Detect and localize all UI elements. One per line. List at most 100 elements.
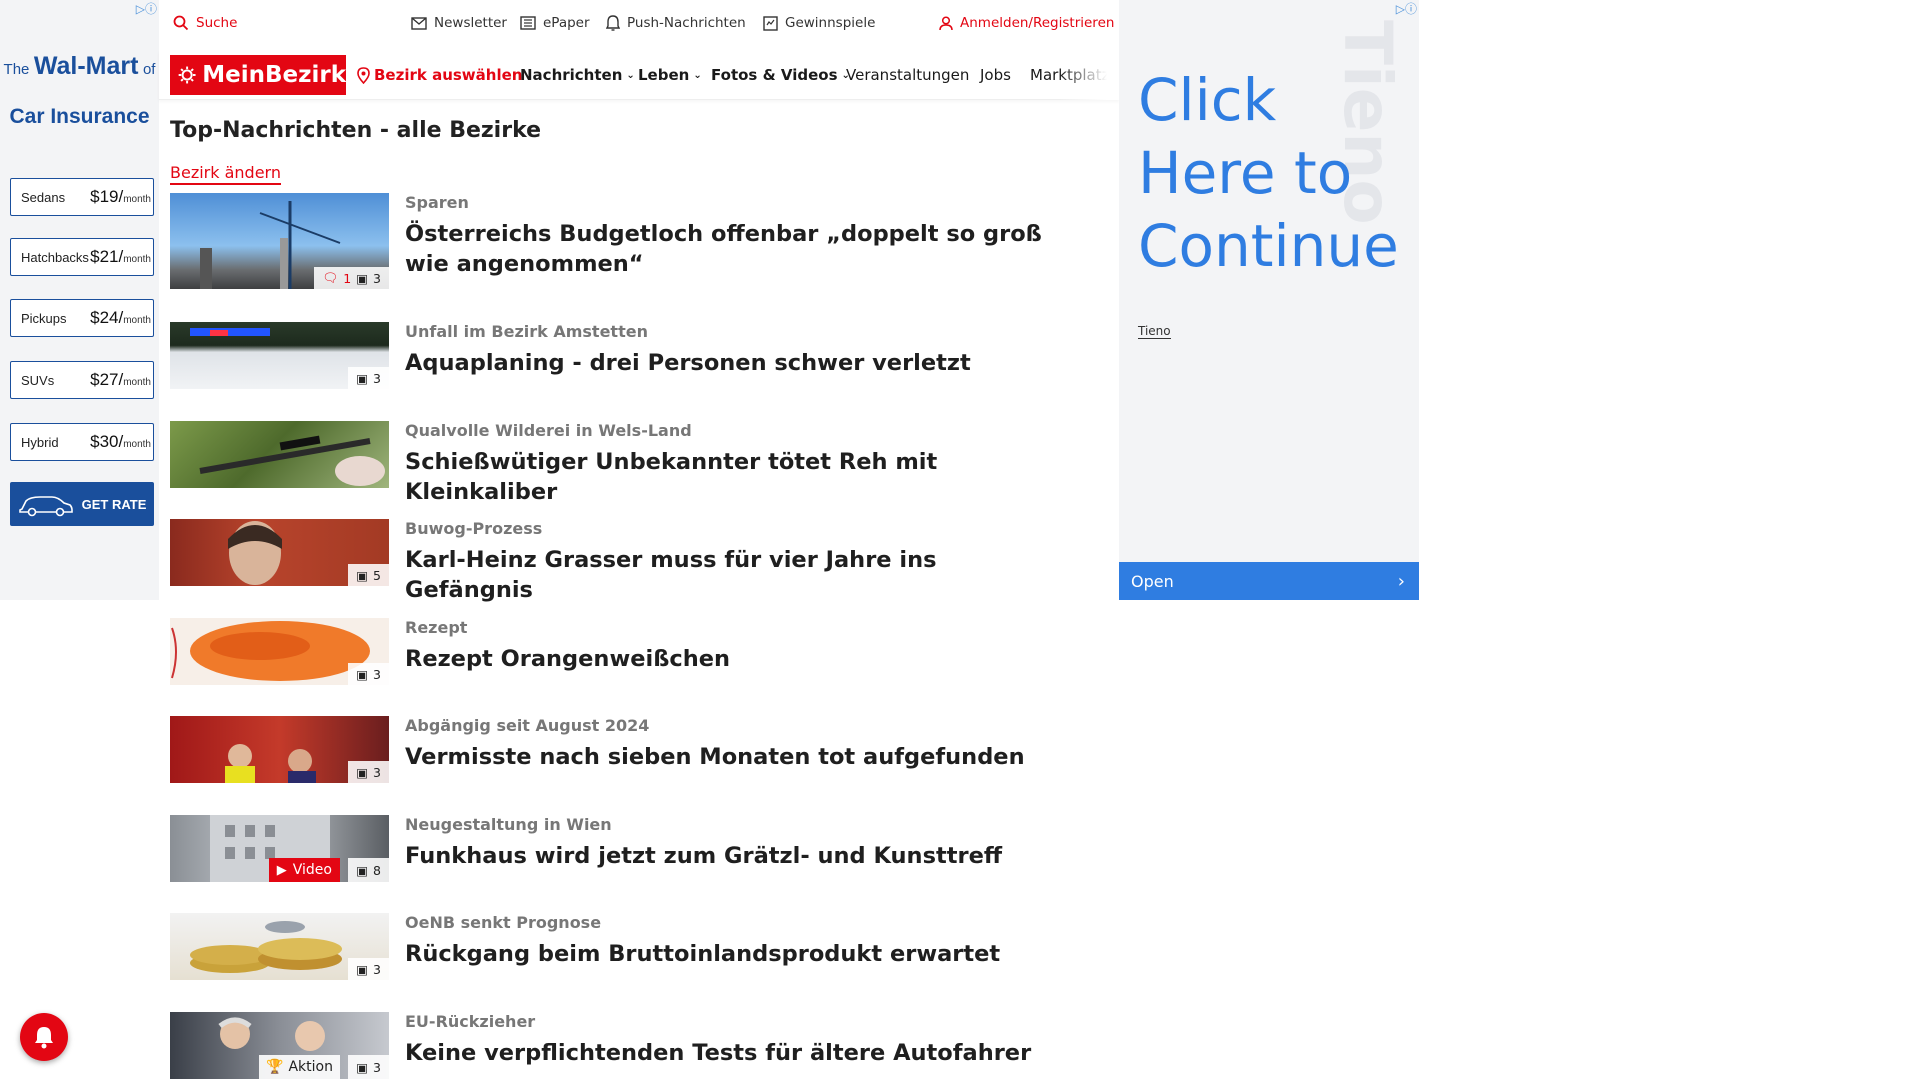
article-item[interactable]: ▣ 3 Rezept Rezept Orangenweißchen [170,618,1070,688]
article-badge: ▣ 3 [348,958,389,980]
image-count: 3 [373,270,381,286]
nav-label: Jobs [980,66,1011,84]
article-kicker: Unfall im Bezirk Amstetten [405,322,648,341]
ad-rate-pickups[interactable]: Pickups $24/month [10,299,154,337]
image-gallery-icon: ▣ [356,1059,369,1075]
ad-rate-hybrid[interactable]: Hybrid $30/month [10,423,154,461]
ad-subheadline: Car Insurance [9,105,150,128]
article-item[interactable]: ▣ 3 Abgängig seit August 2024 Vermisste … [170,716,1070,786]
chevron-right-icon: › [1397,570,1405,592]
ad-headline-the: The [3,61,30,78]
article-headline[interactable]: Vermisste nach sieben Monaten tot aufgef… [405,742,1065,772]
image-count: 5 [373,567,381,583]
location-pin-icon [357,66,370,84]
search-link[interactable]: Suche [173,15,237,31]
article-badge: ▣ 3 [348,663,389,685]
article-headline[interactable]: Keine verpflichtenden Tests für ältere A… [405,1038,1065,1068]
newsletter-link[interactable]: Newsletter [411,15,507,31]
article-headline[interactable]: Österreichs Budgetloch offenbar „doppelt… [405,219,1065,279]
article-badge: 🗨 1 ▣ 3 [314,267,389,289]
rate-price: $24/ [90,308,124,327]
image-gallery-icon: ▣ [356,370,369,386]
left-ad[interactable]: ▷ⓘ The Wal-Mart of Car Insurance Sedans … [0,0,159,600]
meinbezirk-logo[interactable]: MeinBezirk [170,55,346,95]
article-item[interactable]: 🗨 1 ▣ 3 Sparen Österreichs Budgetloch of… [170,193,1070,289]
ad-cta-text[interactable]: Click Here to Continue [1138,64,1419,283]
article-item[interactable]: ▶ Video ▣ 8 Neugestaltung in Wien Funkha… [170,815,1070,885]
newspaper-icon [520,16,536,30]
article-item[interactable]: ▣ 3 Unfall im Bezirk Amstetten Aquaplani… [170,322,1070,392]
article-headline[interactable]: Aquaplaning - drei Personen schwer verle… [405,348,1065,378]
article-text: Abgängig seit August 2024 Vermisste nach… [405,716,1065,772]
gift-icon [763,15,778,31]
article-item[interactable]: Qualvolle Wilderei in Wels-Land Schießwü… [170,421,1070,505]
play-icon: ▶ [276,862,287,878]
article-headline[interactable]: Rückgang beim Bruttoinlandsprodukt erwar… [405,939,1065,969]
notification-bell-button[interactable] [20,1013,68,1061]
article-headline[interactable]: Funkhaus wird jetzt zum Grätzl- und Kuns… [405,841,1065,871]
ad-headline-of: of [142,61,156,78]
main-column: Suche Newsletter ePaper Push-Nachrichten… [159,0,1119,1080]
get-rate-label: GET RATE [81,496,147,512]
article-item[interactable]: ▣ 3 OeNB senkt Prognose Rückgang beim Br… [170,913,1070,983]
article-kicker: EU-Rückzieher [405,1012,536,1031]
nav-item-veranstaltungen[interactable]: Veranstaltungen [846,66,969,84]
gewinnspiele-link[interactable]: Gewinnspiele [763,15,875,31]
ad-rate-sedans[interactable]: Sedans $19/month [10,178,154,216]
nav-item-jobs[interactable]: Jobs [980,66,1011,84]
gewinnspiele-label: Gewinnspiele [785,15,876,31]
article-thumbnail: 🏆 Aktion ▣ 3 [170,1012,389,1079]
article-text: EU-Rückzieher Keine verpflichtenden Test… [405,1012,1065,1068]
district-select[interactable]: Bezirk auswählen [357,66,522,84]
article-thumbnail: ▣ 5 [170,519,389,586]
article-headline[interactable]: Rezept Orangenweißchen [405,644,1065,674]
page: ▷ⓘ The Wal-Mart of Car Insurance Sedans … [0,0,1920,1080]
rate-category: Hatchbacks [21,249,89,265]
logo-text: MeinBezirk [202,62,346,88]
image-gallery-icon: ▣ [356,666,369,682]
open-label: Open [1131,571,1174,591]
image-count: 3 [373,1059,381,1075]
car-icon [18,496,73,517]
article-thumbnail: 🗨 1 ▣ 3 [170,193,389,289]
rate-price: $30/ [90,432,124,451]
article-thumbnail: ▣ 3 [170,618,389,685]
adchoices-icon[interactable]: ▷ⓘ [136,0,157,17]
get-rate-button[interactable]: GET RATE [10,482,154,526]
rate-price: $21/ [90,247,124,266]
nav-item-nachrichten[interactable]: Nachrichten ⌄ [520,66,635,84]
push-link[interactable]: Push-Nachrichten [606,15,746,31]
rate-price: $19/ [90,187,124,206]
aktion-label: Aktion [288,1059,333,1075]
nav-item-leben[interactable]: Leben ⌄ [638,66,702,84]
epaper-link[interactable]: ePaper [520,15,590,31]
right-ad[interactable]: ▷ⓘ Tieno Click Here to Continue Tieno Op… [1119,0,1419,600]
ad-open-button[interactable]: Open › [1119,562,1419,600]
article-badge: ▣ 8 [348,858,389,882]
article-kicker: Abgängig seit August 2024 [405,716,650,735]
image-gallery-icon: ▣ [356,862,369,878]
login-link[interactable]: Anmelden/Registrieren [939,15,1114,31]
article-headline[interactable]: Schießwütiger Unbekannter tötet Reh mit … [405,447,1065,507]
change-district-link[interactable]: Bezirk ändern [170,163,281,185]
nav-label: Fotos & Videos [711,66,838,84]
push-label: Push-Nachrichten [627,15,746,31]
article-text: Qualvolle Wilderei in Wels-Land Schießwü… [405,421,1065,507]
user-icon [939,15,953,30]
nav-fade-overlay [1059,50,1119,100]
rifle-image [199,435,385,486]
mail-icon [411,16,427,30]
image-count: 3 [373,370,381,386]
adchoices-icon[interactable]: ▷ⓘ [1396,0,1417,17]
rate-price: $27/ [90,370,124,389]
nav-item-fotos-videos[interactable]: Fotos & Videos ⌄ [711,66,850,84]
article-headline[interactable]: Karl-Heinz Grasser muss für vier Jahre i… [405,545,1065,605]
ad-brand-link[interactable]: Tieno [1138,324,1171,339]
article-item[interactable]: ▣ 5 Buwog-Prozess Karl-Heinz Grasser mus… [170,519,1070,603]
nav-label: Nachrichten [520,66,623,84]
rate-period: month [123,254,151,265]
ad-rate-suvs[interactable]: SUVs $27/month [10,361,154,399]
ad-rate-hatchbacks[interactable]: Hatchbacks $21/month [10,238,154,276]
article-item[interactable]: 🏆 Aktion ▣ 3 EU-Rückzieher Keine verpfli… [170,1012,1070,1080]
rate-category: Hybrid [21,434,59,450]
